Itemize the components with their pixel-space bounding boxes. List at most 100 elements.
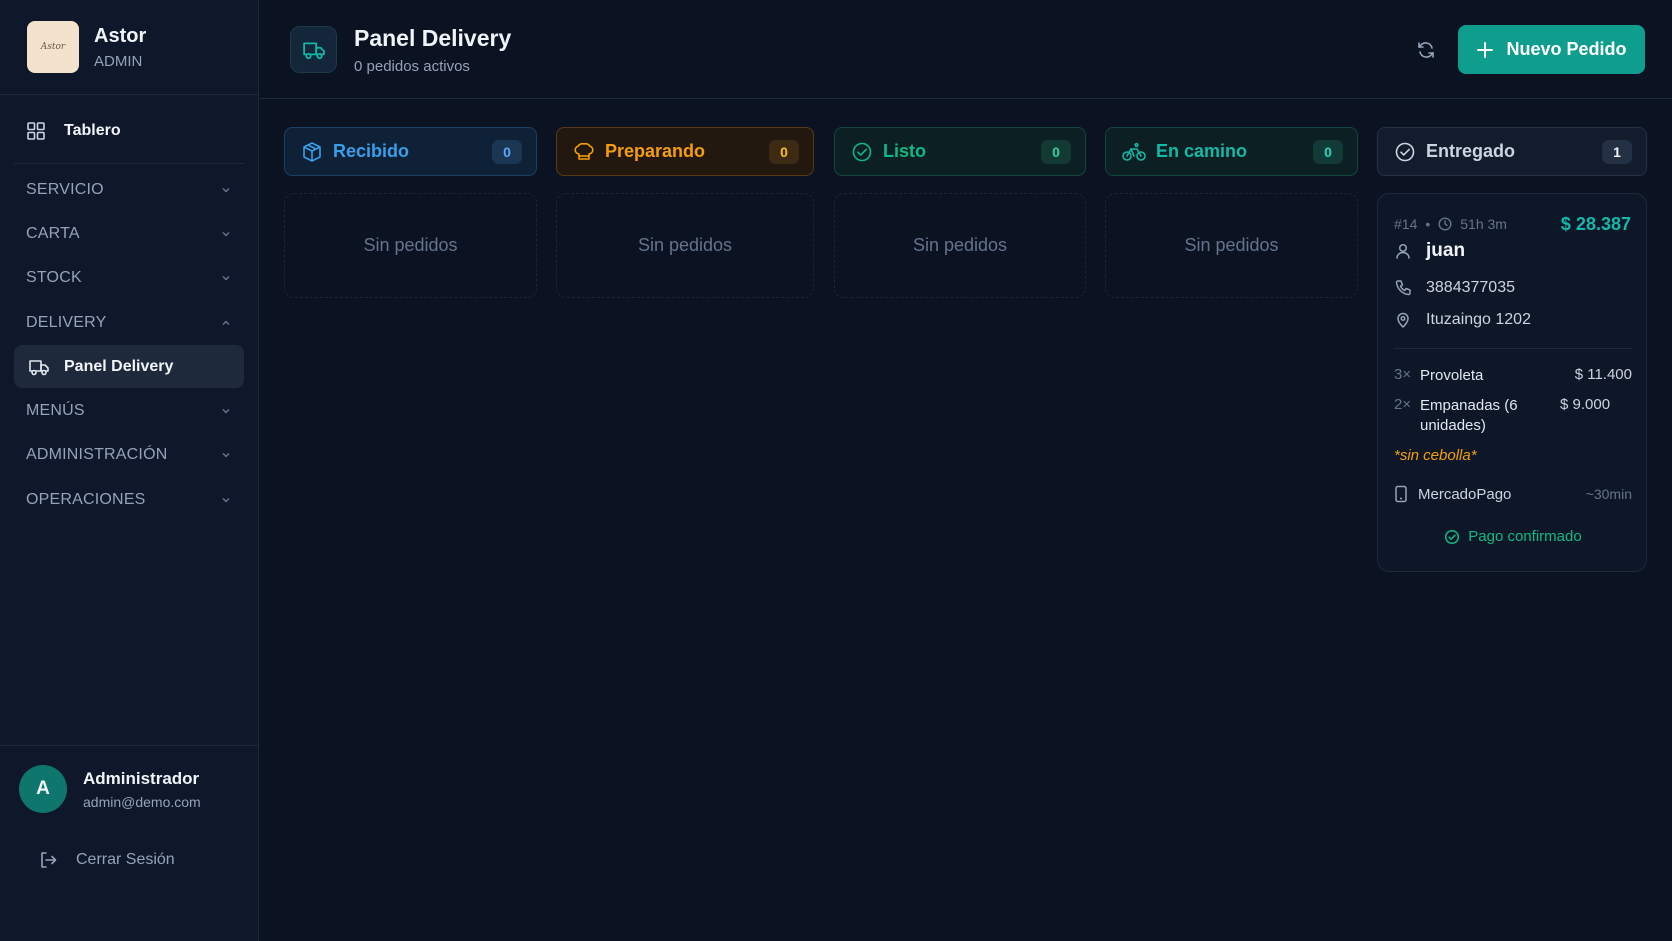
new-order-button[interactable]: Nuevo Pedido bbox=[1458, 25, 1645, 74]
chevron-down-icon bbox=[222, 408, 230, 414]
item-price: $ 11.400 bbox=[1574, 366, 1632, 383]
phone-device-icon bbox=[1395, 485, 1407, 503]
check-circle-icon bbox=[1395, 142, 1415, 161]
section-label: MENÚS bbox=[26, 402, 85, 419]
column-count: 0 bbox=[769, 139, 799, 164]
sidebar-section-carta[interactable]: CARTA bbox=[14, 216, 244, 252]
section-label: CARTA bbox=[26, 225, 80, 242]
chevron-down-icon bbox=[222, 231, 230, 237]
section-label: SERVICIO bbox=[26, 181, 104, 198]
sidebar-section-operaciones[interactable]: OPERACIONES bbox=[14, 482, 244, 518]
refresh-icon bbox=[1418, 42, 1434, 58]
brand: Astor Astor ADMIN bbox=[0, 0, 259, 95]
column-count: 0 bbox=[1313, 139, 1343, 164]
sidebar-item-label: Panel Delivery bbox=[64, 357, 174, 375]
chevron-up-icon bbox=[222, 320, 230, 326]
item-price: $ 9.000 bbox=[1560, 396, 1611, 413]
phone-number: 3884377035 bbox=[1426, 279, 1515, 296]
sidebar-item-panel-delivery[interactable]: Panel Delivery bbox=[14, 345, 244, 388]
column-header-entregado[interactable]: Entregado 1 bbox=[1377, 127, 1647, 176]
truck-icon bbox=[29, 359, 49, 375]
order-payment: MercadoPago ~30min bbox=[1394, 485, 1632, 503]
avatar: A bbox=[19, 765, 67, 813]
column-header-recibido[interactable]: Recibido 0 bbox=[284, 127, 537, 176]
section-label: STOCK bbox=[26, 269, 82, 286]
item-name: Empanadas (6 unidades) bbox=[1420, 397, 1518, 434]
user-icon bbox=[1396, 243, 1410, 259]
order-address: Ituzaingo 1202 bbox=[1394, 311, 1531, 329]
payment-method: MercadoPago bbox=[1418, 485, 1512, 503]
order-phone: 3884377035 bbox=[1394, 279, 1515, 297]
sidebar-section-menus[interactable]: MENÚS bbox=[14, 393, 244, 429]
new-order-label: Nuevo Pedido bbox=[1506, 39, 1627, 59]
order-item: 2× Empanadas (6 unidades) $ 9.000 bbox=[1394, 396, 1632, 436]
order-customer: juan bbox=[1394, 240, 1465, 262]
column-label: Listo bbox=[883, 141, 926, 161]
user-email: admin@demo.com bbox=[83, 794, 201, 810]
page-subtitle: 0 pedidos activos bbox=[354, 58, 470, 75]
payment-status-label: Pago confirmado bbox=[1468, 528, 1582, 545]
section-label: DELIVERY bbox=[26, 314, 107, 331]
dot-separator: • bbox=[1425, 216, 1431, 232]
brand-name: Astor bbox=[94, 25, 147, 47]
column-count: 1 bbox=[1602, 139, 1632, 164]
check-circle-icon bbox=[852, 142, 872, 161]
logout-icon bbox=[41, 852, 57, 868]
column-header-preparando[interactable]: Preparando 0 bbox=[556, 127, 814, 176]
column-header-listo[interactable]: Listo 0 bbox=[834, 127, 1086, 176]
logout-label: Cerrar Sesión bbox=[76, 851, 175, 868]
chef-hat-icon bbox=[574, 142, 594, 160]
page-title: Panel Delivery bbox=[354, 25, 512, 51]
section-label: ADMINISTRACIÓN bbox=[26, 446, 168, 463]
brand-logo: Astor bbox=[27, 21, 79, 73]
sidebar-section-delivery[interactable]: DELIVERY bbox=[14, 305, 244, 341]
check-circle-icon bbox=[1445, 529, 1460, 544]
empty-state-recibido: Sin pedidos bbox=[284, 193, 537, 298]
order-total: $ 28.387 bbox=[1560, 214, 1631, 234]
clock-icon bbox=[1438, 217, 1452, 231]
bike-icon bbox=[1122, 142, 1146, 161]
order-card[interactable]: #14 • 51h 3m $ 28.387 juan 3884377035 It… bbox=[1377, 193, 1647, 572]
chevron-down-icon bbox=[222, 497, 230, 503]
order-note: *sin cebolla* bbox=[1394, 447, 1477, 464]
logout-button[interactable]: Cerrar Sesión bbox=[38, 850, 175, 870]
map-pin-icon bbox=[1397, 312, 1409, 329]
order-elapsed: 51h 3m bbox=[1460, 216, 1507, 232]
payment-status: Pago confirmado bbox=[1378, 528, 1648, 545]
order-item: 3× Provoleta $ 11.400 bbox=[1394, 366, 1632, 386]
sidebar-section-servicio[interactable]: SERVICIO bbox=[14, 172, 244, 208]
sidebar-section-stock[interactable]: STOCK bbox=[14, 260, 244, 296]
order-meta: #14 • 51h 3m bbox=[1394, 216, 1507, 232]
brand-role: ADMIN bbox=[94, 53, 143, 70]
page-header: Panel Delivery 0 pedidos activos Nuevo P… bbox=[260, 0, 1672, 99]
divider bbox=[14, 163, 244, 164]
grid-icon bbox=[27, 122, 45, 140]
item-qty: 3× bbox=[1394, 366, 1412, 383]
section-label: OPERACIONES bbox=[26, 491, 146, 508]
column-header-en-camino[interactable]: En camino 0 bbox=[1105, 127, 1358, 176]
plus-icon bbox=[1477, 41, 1494, 58]
chevron-down-icon bbox=[222, 452, 230, 458]
sidebar-section-administracion[interactable]: ADMINISTRACIÓN bbox=[14, 437, 244, 473]
empty-state-preparando: Sin pedidos bbox=[556, 193, 814, 298]
user-name: Administrador bbox=[83, 769, 200, 788]
address-text: Ituzaingo 1202 bbox=[1426, 311, 1531, 328]
order-eta: ~30min bbox=[1585, 486, 1632, 502]
phone-icon bbox=[1395, 280, 1411, 296]
divider bbox=[0, 745, 259, 746]
empty-state-listo: Sin pedidos bbox=[834, 193, 1086, 298]
column-label: Recibido bbox=[333, 141, 410, 161]
item-qty: 2× bbox=[1394, 396, 1412, 413]
order-number: #14 bbox=[1394, 216, 1418, 232]
column-label: Entregado bbox=[1426, 141, 1516, 161]
refresh-button[interactable] bbox=[1414, 38, 1438, 62]
chevron-down-icon bbox=[222, 275, 230, 281]
sidebar-item-tablero[interactable]: Tablero bbox=[14, 110, 244, 152]
item-name: Provoleta bbox=[1420, 367, 1484, 384]
column-label: En camino bbox=[1156, 141, 1248, 161]
sidebar: Astor Astor ADMIN Tablero SERVICIO CARTA… bbox=[0, 0, 259, 941]
box-icon bbox=[303, 141, 321, 162]
sidebar-item-label: Tablero bbox=[64, 122, 121, 139]
column-label: Preparando bbox=[605, 141, 706, 161]
empty-state-en-camino: Sin pedidos bbox=[1105, 193, 1358, 298]
